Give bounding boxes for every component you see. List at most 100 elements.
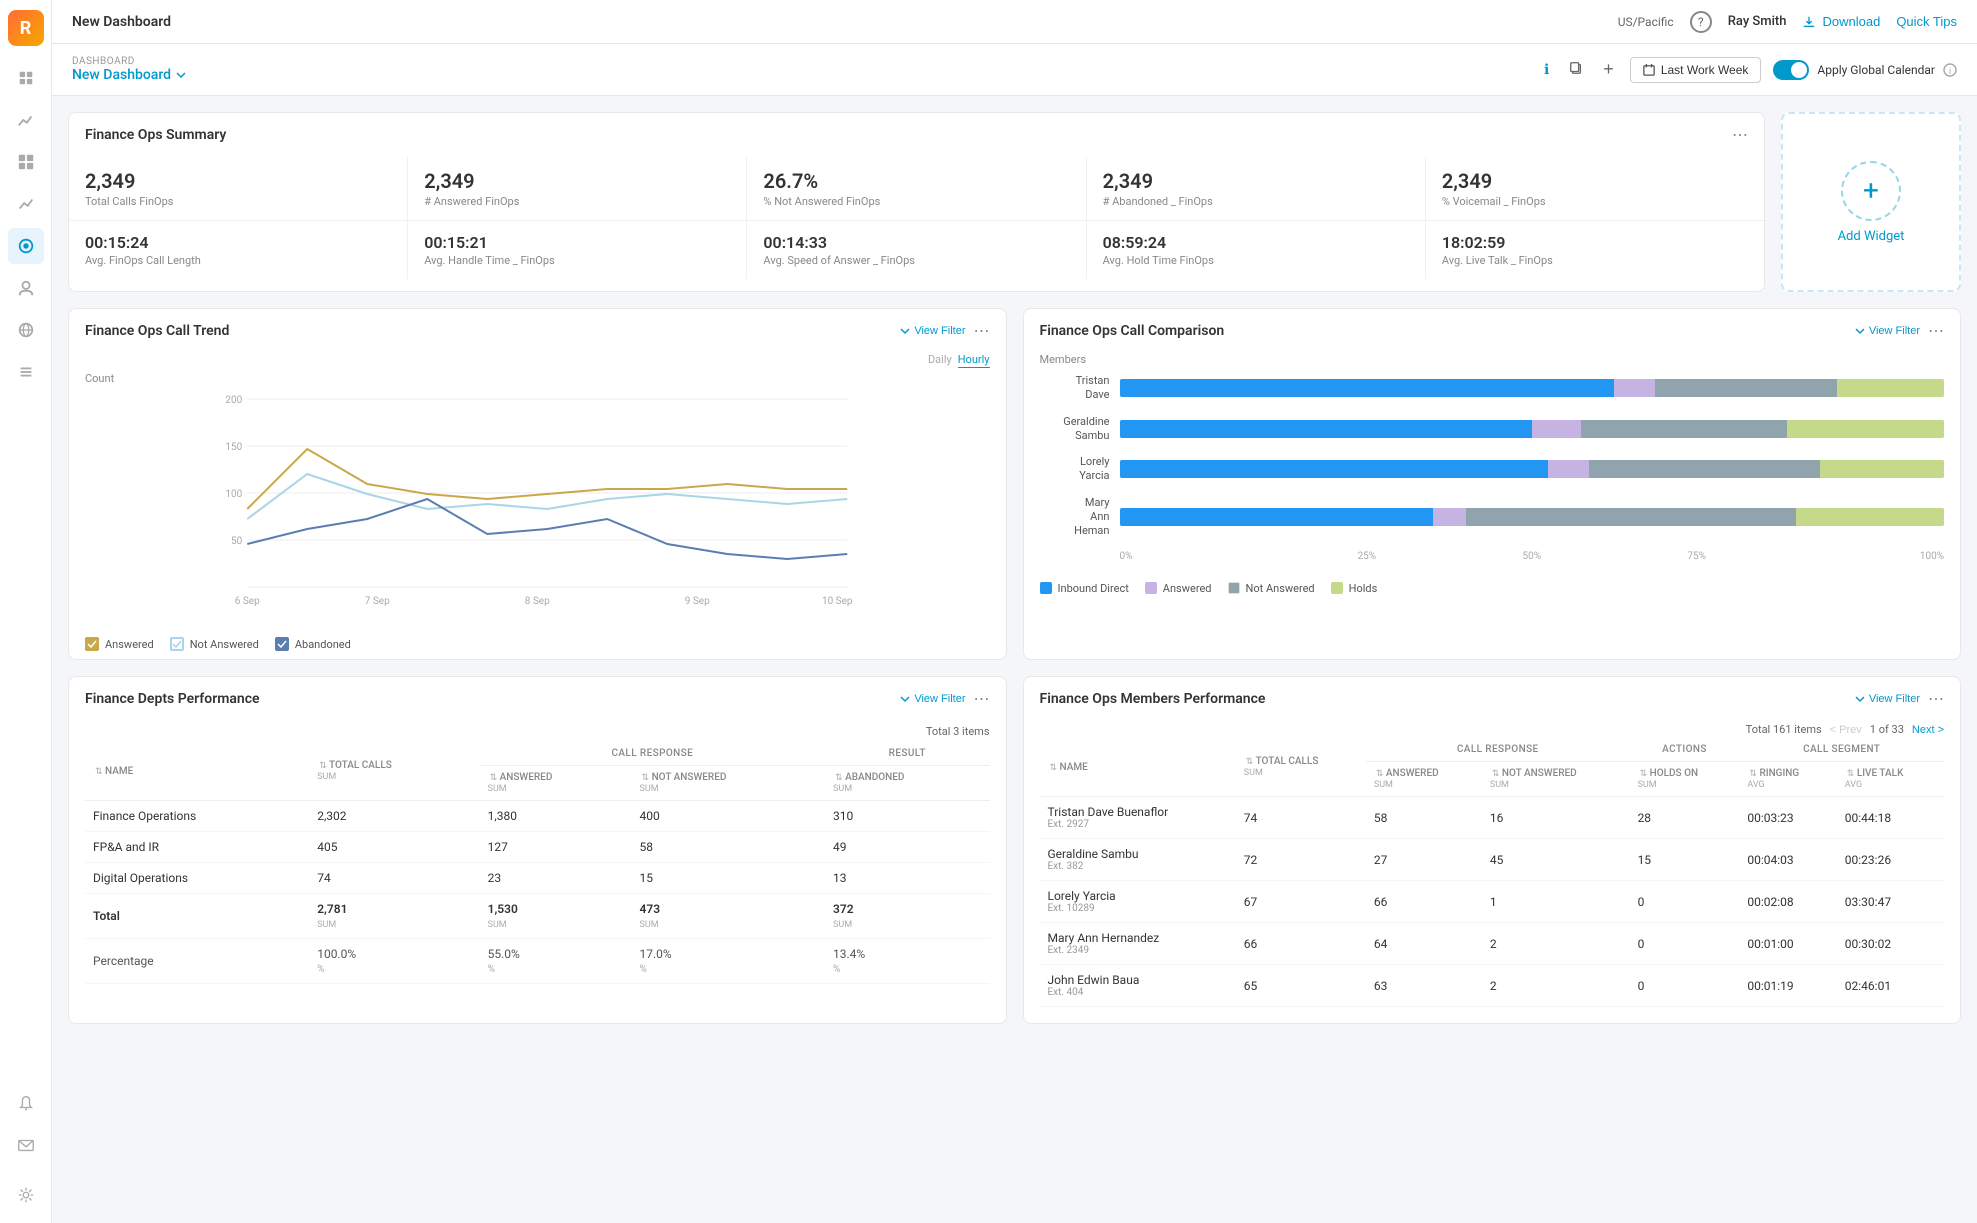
dept-answered-0: 1,380 — [480, 801, 632, 832]
members-filter-button[interactable]: View Filter — [1855, 693, 1920, 705]
dept-abandoned-0: 310 — [825, 801, 989, 832]
member-live-talk-1: 00:23:26 — [1837, 839, 1944, 881]
dept-row-2: Digital Operations 74 23 15 13 — [85, 863, 990, 894]
member-answered-0: 58 — [1366, 797, 1482, 839]
dept-performance-card: Finance Depts Performance View Filter ⋯ … — [68, 676, 1007, 1024]
date-filter-button[interactable]: Last Work Week — [1630, 57, 1762, 83]
legend-not-answered-comp-label: Not Answered — [1246, 582, 1315, 595]
add-button[interactable]: + — [1599, 55, 1618, 84]
svg-text:8 Sep: 8 Sep — [525, 596, 550, 607]
metric-not-answered-pct: 26.7% % Not Answered FinOps — [747, 157, 1086, 220]
add-widget-card[interactable]: + Add Widget — [1781, 112, 1961, 292]
copy-button[interactable] — [1565, 57, 1587, 82]
dept-more-button[interactable]: ⋯ — [974, 689, 990, 709]
member-live-talk-4: 02:46:01 — [1837, 965, 1944, 1007]
quick-tips-button[interactable]: Quick Tips — [1896, 14, 1957, 29]
th-name[interactable]: ⇅ Name — [85, 742, 309, 801]
mth-answered[interactable]: ⇅ Answered SUM — [1366, 762, 1482, 797]
sidebar-item-settings[interactable] — [8, 1177, 44, 1213]
pagination-current: 1 of 33 — [1870, 723, 1904, 736]
sidebar-item-active[interactable] — [8, 228, 44, 264]
call-comparison-more-button[interactable]: ⋯ — [1928, 321, 1944, 341]
tab-daily[interactable]: Daily — [928, 353, 952, 368]
info-button[interactable]: ℹ — [1540, 57, 1553, 82]
help-icon[interactable]: ? — [1690, 11, 1712, 33]
mth-total-calls[interactable]: ⇅ Total Calls SUM — [1236, 738, 1366, 797]
bar-label-tristan: TristanDave — [1040, 374, 1120, 403]
call-comparison-filter-button[interactable]: View Filter — [1855, 325, 1920, 337]
member-holds-4: 0 — [1630, 965, 1740, 1007]
dashboard-label: DASHBOARD — [72, 56, 187, 67]
trend-svg: 200 150 100 50 6 Sep 7 Sep 8 Sep — [85, 389, 990, 609]
dept-row-0: Finance Operations 2,302 1,380 400 310 — [85, 801, 990, 832]
dept-total-answered: 1,530 SUM — [480, 894, 632, 939]
member-total-3: 66 — [1236, 923, 1366, 965]
sidebar-item-chart[interactable] — [8, 102, 44, 138]
sidebar-item-mail[interactable] — [8, 1127, 44, 1163]
dept-answered-1: 127 — [480, 832, 632, 863]
bar-track-tristan — [1120, 379, 1945, 397]
th-not-answered[interactable]: ⇅ Not AnsweredSUM — [632, 766, 825, 801]
mth-live-talk[interactable]: ⇅ Live Talk AVG — [1837, 762, 1944, 797]
dept-title: Finance Depts Performance — [85, 691, 260, 707]
mth-holds-on[interactable]: ⇅ Holds On SUM — [1630, 762, 1740, 797]
member-ringing-0: 00:03:23 — [1739, 797, 1836, 839]
call-trend-more-button[interactable]: ⋯ — [974, 321, 990, 341]
svg-text:i: i — [1949, 67, 1951, 77]
mth-ringing[interactable]: ⇅ Ringing AVG — [1739, 762, 1836, 797]
sidebar-item-bell[interactable] — [8, 1085, 44, 1121]
download-button[interactable]: Download — [1802, 14, 1880, 29]
legend-holds-label: Holds — [1349, 582, 1378, 595]
members-header-group-row: ⇅ Name ⇅ Total Calls SUM CALL RESPONSE — [1040, 738, 1945, 762]
table-header-group-row: ⇅ Name ⇅ Total CallsSUM CALL RESPONSE RE… — [85, 742, 990, 766]
legend-abandoned-label: Abandoned — [295, 638, 351, 651]
svg-text:100: 100 — [225, 489, 242, 500]
summary-more-button[interactable]: ⋯ — [1732, 125, 1748, 145]
dept-filter-button[interactable]: View Filter — [900, 693, 965, 705]
add-widget-label: Add Widget — [1838, 229, 1905, 244]
sidebar-item-analytics[interactable] — [8, 186, 44, 222]
dept-pct-answered: 55.0% % — [480, 939, 632, 984]
member-answered-1: 27 — [1366, 839, 1482, 881]
members-performance-card: Finance Ops Members Performance View Fil… — [1023, 676, 1962, 1024]
bar-chart: TristanDave GeraldineSambu — [1024, 374, 1961, 574]
th-answered[interactable]: ⇅ AnsweredSUM — [480, 766, 632, 801]
sidebar-item-dashboard[interactable] — [8, 144, 44, 180]
call-trend-filter-button[interactable]: View Filter — [900, 325, 965, 337]
call-trend-card: Finance Ops Call Trend View Filter ⋯ Dai… — [68, 308, 1007, 660]
member-ringing-1: 00:04:03 — [1739, 839, 1836, 881]
app-logo[interactable]: R — [8, 10, 44, 46]
calendar-toggle[interactable] — [1773, 60, 1809, 80]
sidebar-item-home[interactable] — [8, 60, 44, 96]
next-page-button[interactable]: Next > — [1912, 724, 1944, 736]
dept-name-2: Digital Operations — [85, 863, 309, 894]
th-abandoned[interactable]: ⇅ AbandonedSUM — [825, 766, 989, 801]
dept-not-answered-0: 400 — [632, 801, 825, 832]
mth-name[interactable]: ⇅ Name — [1040, 738, 1236, 797]
sidebar-item-globe[interactable] — [8, 312, 44, 348]
th-total-calls[interactable]: ⇅ Total CallsSUM — [309, 742, 479, 801]
sidebar-item-list[interactable] — [8, 354, 44, 390]
legend-abandoned: Abandoned — [275, 637, 351, 651]
dept-abandoned-1: 49 — [825, 832, 989, 863]
tab-hourly[interactable]: Hourly — [958, 353, 990, 368]
prev-page-button[interactable]: < Prev — [1830, 724, 1862, 736]
member-row-2: Lorely Yarcia Ext. 10289 67 66 1 0 00:02… — [1040, 881, 1945, 923]
call-trend-chart: Count 200 150 100 50 — [69, 372, 1006, 629]
metric-speed-answer: 00:14:33 Avg. Speed of Answer _ FinOps — [747, 221, 1086, 279]
calendar-toggle-container: Apply Global Calendar i — [1773, 60, 1957, 80]
dept-name-1: FP&A and IR — [85, 832, 309, 863]
calendar-label: Apply Global Calendar — [1817, 63, 1935, 77]
summary-header: Finance Ops Summary ⋯ — [69, 113, 1764, 157]
mth-call-response-group: CALL RESPONSE — [1366, 738, 1630, 762]
sidebar-item-user[interactable] — [8, 270, 44, 306]
dept-answered-2: 23 — [480, 863, 632, 894]
x-tick-50: 50% — [1449, 551, 1614, 562]
dashboard-name[interactable]: New Dashboard — [72, 67, 187, 83]
member-total-0: 74 — [1236, 797, 1366, 839]
members-more-button[interactable]: ⋯ — [1928, 689, 1944, 709]
member-live-talk-0: 00:44:18 — [1837, 797, 1944, 839]
member-ringing-3: 00:01:00 — [1739, 923, 1836, 965]
add-widget-circle: + — [1841, 161, 1901, 221]
mth-not-answered[interactable]: ⇅ Not Answered SUM — [1482, 762, 1630, 797]
